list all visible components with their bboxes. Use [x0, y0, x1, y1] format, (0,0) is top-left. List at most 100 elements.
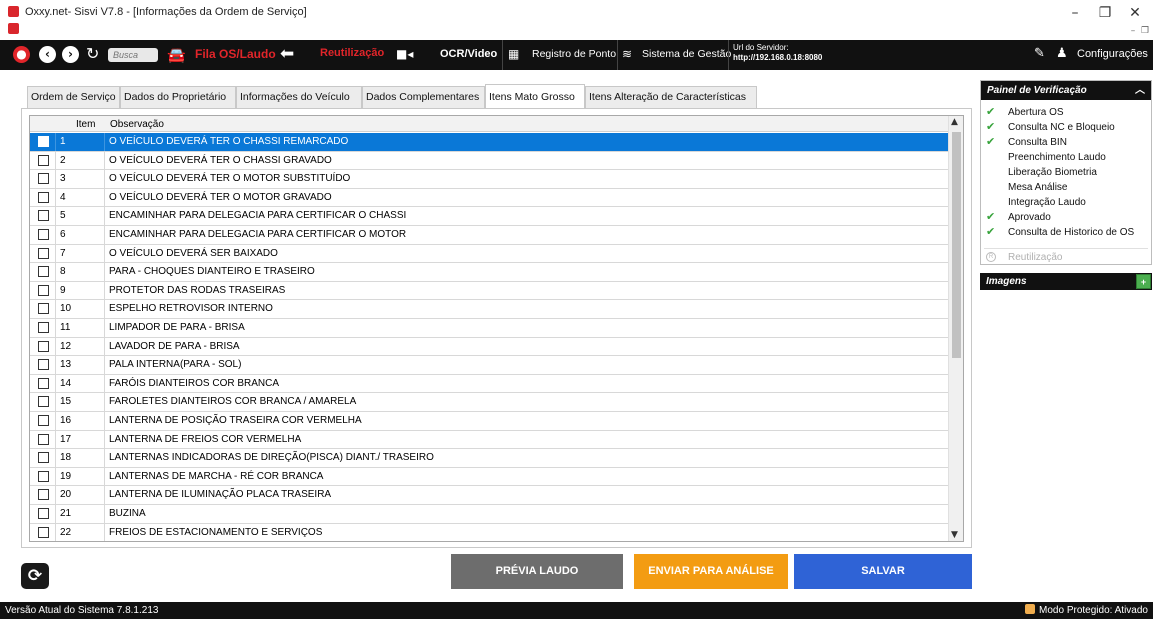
tab-itens-alteracao-caracteristicas[interactable]: Itens Alteração de Características — [585, 86, 757, 108]
home-icon[interactable]: ● — [13, 46, 30, 63]
layers-icon: ≋ — [622, 47, 633, 61]
table-row[interactable]: 2 O VEÍCULO DEVERÁ TER O CHASSI GRAVADO — [30, 151, 948, 171]
row-checkbox[interactable] — [38, 266, 49, 278]
row-checkbox[interactable] — [38, 489, 49, 501]
table-row[interactable]: 15 FAROLETES DIANTEIROS COR BRANCA / AMAR… — [30, 393, 948, 412]
reutilizacao-item[interactable]: Reutilização — [1008, 252, 1062, 263]
mdi-minimize-button[interactable]: – — [1128, 26, 1138, 36]
verification-panel-header[interactable]: Painel de Verificação ︿ — [981, 81, 1151, 100]
row-item: 12 — [60, 340, 72, 352]
table-row[interactable]: 3 O VEÍCULO DEVERÁ TER O MOTOR SUBSTITUÍD… — [30, 170, 948, 189]
mdi-restore-button[interactable]: ❐ — [1140, 26, 1150, 36]
column-header-observacao[interactable]: Observação — [110, 119, 164, 130]
table-row[interactable]: 22 FREIOS DE ESTACIONAMENTO E SERVIÇOS — [30, 523, 948, 541]
row-checkbox[interactable] — [38, 470, 49, 482]
row-checkbox[interactable] — [38, 173, 49, 185]
table-row[interactable]: 20 LANTERNA DE ILUMINAÇÃO PLACA TRASEIRA — [30, 486, 948, 505]
verification-panel: Painel de Verificação ︿ ✔ Abertura OS ✔ … — [980, 80, 1152, 265]
row-checkbox[interactable] — [38, 247, 49, 259]
row-checkbox[interactable] — [38, 322, 49, 333]
row-observacao: LANTERNAS INDICADORAS DE DIREÇÃO(PISCA) … — [109, 452, 434, 464]
row-checkbox[interactable] — [38, 415, 49, 426]
salvar-button[interactable]: SALVAR — [794, 554, 972, 589]
row-checkbox[interactable] — [38, 340, 49, 352]
row-checkbox[interactable] — [38, 433, 49, 445]
table-row[interactable]: 21 BUZINA — [30, 505, 948, 524]
sync-icon[interactable]: ⟳ — [21, 563, 49, 589]
bell-icon[interactable]: ♟ — [1056, 46, 1068, 61]
table-row[interactable]: 10 ESPELHO RETROVISOR INTERNO — [30, 300, 948, 319]
table-row[interactable]: 13 PALA INTERNA(PARA - SOL) — [30, 356, 948, 375]
tab-itens-mato-grosso[interactable]: Itens Mato Grosso — [485, 84, 585, 108]
row-observacao: PARA - CHOQUES DIANTEIRO E TRASEIRO — [109, 266, 315, 278]
row-observacao: LANTERNAS DE MARCHA - RÉ COR BRANCA — [109, 470, 324, 482]
configuracoes-button[interactable]: Configurações — [1077, 48, 1148, 60]
row-checkbox[interactable] — [38, 508, 49, 519]
scroll-down-icon[interactable]: ▼ — [951, 530, 958, 540]
sistema-gestao-button[interactable]: Sistema de Gestão — [642, 48, 731, 60]
row-checkbox[interactable] — [38, 359, 49, 371]
table-row[interactable]: 9 PROTETOR DAS RODAS TRASEIRAS — [30, 281, 948, 301]
table-row[interactable]: 17 LANTERNA DE FREIOS COR VERMELHA — [30, 430, 948, 450]
row-checkbox[interactable] — [38, 284, 49, 296]
scroll-up-icon[interactable]: ▲ — [951, 117, 958, 127]
column-header-item[interactable]: Item — [76, 119, 95, 130]
row-checkbox[interactable] — [38, 229, 49, 240]
row-observacao: O VEÍCULO DEVERÁ TER O CHASSI REMARCADO — [109, 136, 349, 147]
table-row[interactable]: 1 O VEÍCULO DEVERÁ TER O CHASSI REMARCADO — [30, 133, 948, 152]
add-image-icon[interactable]: + — [1136, 274, 1151, 289]
restore-button[interactable]: ❐ — [1092, 4, 1118, 22]
row-checkbox[interactable] — [38, 154, 49, 166]
forward-icon[interactable]: › — [62, 46, 79, 63]
scroll-thumb[interactable] — [952, 132, 961, 358]
row-item: 15 — [60, 396, 72, 408]
back-icon[interactable]: ‹ — [39, 46, 56, 63]
reutilizacao-button[interactable]: Reutilização — [320, 47, 384, 59]
row-checkbox[interactable] — [38, 452, 49, 464]
row-checkbox[interactable] — [38, 377, 49, 389]
row-checkbox[interactable] — [38, 303, 49, 315]
table-row[interactable]: 5 ENCAMINHAR PARA DELEGACIA PARA CERTIFIC… — [30, 207, 948, 226]
table-row[interactable]: 16 LANTERNA DE POSIÇÃO TRASEIRA COR VERME… — [30, 412, 948, 431]
table-row[interactable]: 7 O VEÍCULO DEVERÁ SER BAIXADO — [30, 244, 948, 264]
minimize-button[interactable]: – — [1062, 4, 1088, 22]
row-item: 7 — [60, 247, 66, 259]
close-button[interactable]: ✕ — [1122, 4, 1148, 22]
vertical-scrollbar[interactable]: ▲ ▼ — [948, 116, 963, 541]
lock-icon — [1025, 604, 1036, 614]
table-row[interactable]: 12 LAVADOR DE PARA - BRISA — [30, 337, 948, 357]
table-row[interactable]: 8 PARA - CHOQUES DIANTEIRO E TRASEIRO — [30, 263, 948, 282]
row-item: 13 — [60, 359, 72, 371]
table-row[interactable]: 18 LANTERNAS INDICADORAS DE DIREÇÃO(PISCA… — [30, 449, 948, 468]
refresh-icon[interactable]: ↻ — [86, 44, 99, 63]
row-item: 3 — [60, 173, 66, 185]
tab-dados-complementares[interactable]: Dados Complementares — [362, 86, 485, 108]
app-logo-icon — [8, 6, 19, 17]
title-bar: Oxxy.net- Sisvi V7.8 - [Informações da O… — [0, 0, 1153, 38]
server-url-label: Url do Servidor: — [733, 43, 789, 52]
fila-os-laudo-button[interactable]: Fila OS/Laudo — [195, 47, 276, 61]
table-row[interactable]: 4 O VEÍCULO DEVERÁ TER O MOTOR GRAVADO — [30, 188, 948, 208]
table-row[interactable]: 19 LANTERNAS DE MARCHA - RÉ COR BRANCA — [30, 467, 948, 487]
tab-informacoes-veiculo[interactable]: Informações do Veículo — [236, 86, 362, 108]
enviar-para-analise-button[interactable]: ENVIAR PARA ANÁLISE — [634, 554, 788, 589]
chevron-up-icon[interactable]: ︿ — [1135, 81, 1145, 100]
ocr-video-button[interactable]: OCR/Video — [440, 48, 497, 60]
row-checkbox[interactable] — [38, 526, 49, 538]
table-row[interactable]: 14 FARÓIS DIANTEIROS COR BRANCA — [30, 374, 948, 394]
tab-dados-proprietario[interactable]: Dados do Proprietário — [120, 86, 236, 108]
edit-icon[interactable]: ✎ — [1034, 46, 1045, 61]
row-checkbox[interactable] — [38, 396, 49, 408]
tab-ordem-servico[interactable]: Ordem de Serviço — [27, 86, 120, 108]
registro-ponto-button[interactable]: Registro de Ponto — [532, 48, 616, 60]
table-row[interactable]: 6 ENCAMINHAR PARA DELEGACIA PARA CERTIFIC… — [30, 226, 948, 245]
mdi-app-icon[interactable] — [8, 23, 19, 34]
protected-mode-status: Modo Protegido: Ativado — [1025, 602, 1148, 619]
row-checkbox[interactable] — [38, 191, 49, 203]
row-checkbox[interactable] — [38, 136, 49, 147]
previa-laudo-button[interactable]: PRÉVIA LAUDO — [451, 554, 623, 589]
table-row[interactable]: 11 LIMPADOR DE PARA - BRISA — [30, 319, 948, 338]
row-item: 17 — [60, 433, 72, 445]
row-checkbox[interactable] — [38, 210, 49, 222]
search-input[interactable] — [108, 48, 158, 62]
